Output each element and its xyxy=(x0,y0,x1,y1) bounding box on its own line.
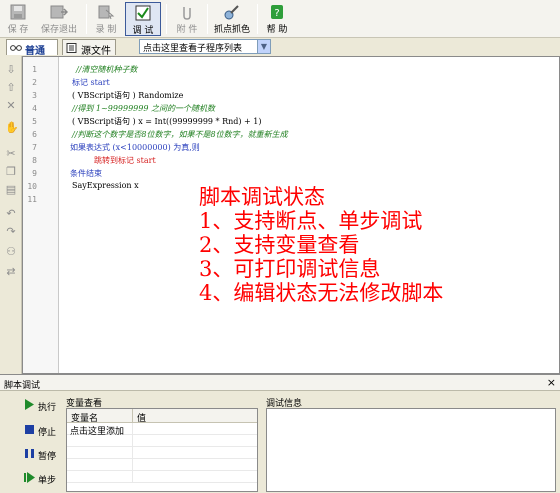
play-icon xyxy=(25,399,34,410)
annotation-title: 脚本调试状态 xyxy=(199,185,325,209)
eyedropper-icon xyxy=(224,5,239,20)
debug-icon xyxy=(135,5,151,21)
table-row xyxy=(67,447,257,459)
debug-info-output[interactable] xyxy=(266,408,556,492)
cut-icon[interactable]: ✂ xyxy=(5,148,17,160)
code-line: SayExpression x xyxy=(72,181,139,190)
main-toolbar: 保 存 保存退出 录 制 调 试 附 件 抓点抓色 ? 帮 助 xyxy=(0,0,560,38)
record-icon xyxy=(98,5,115,20)
pick-color-button[interactable]: 抓点抓色 xyxy=(212,2,252,36)
copy-icon[interactable]: ❐ xyxy=(5,166,17,178)
subroutine-select[interactable]: 点击这里查看子程序列表 ▼ xyxy=(139,39,271,54)
debug-button[interactable]: 调 试 xyxy=(125,2,161,36)
binoculars-icon[interactable]: ⚇ xyxy=(5,246,17,258)
code-line: 条件结束 xyxy=(70,169,102,178)
code-line: ( VBScript语句 ) Randomize xyxy=(72,91,184,100)
hand-icon[interactable]: ✋ xyxy=(5,122,19,134)
annotation-item: 3、可打印调试信息 xyxy=(199,257,381,281)
debug-pane-header: 脚本调试 × xyxy=(0,375,560,391)
line-number: 4 xyxy=(32,104,37,113)
arrow-down-icon[interactable]: ⇩ xyxy=(5,64,17,76)
help-icon: ? xyxy=(271,5,283,19)
attachment-button[interactable]: 附 件 xyxy=(172,2,202,36)
save-icon xyxy=(10,4,26,20)
glasses-icon xyxy=(10,45,22,51)
code-line: //判断这个数字是否8位数字，如果不是8位数字，就重新生成 xyxy=(72,130,288,139)
code-line: 如果表达式 (x<10000000) 为真,则 xyxy=(70,143,200,152)
line-number: 2 xyxy=(32,78,37,87)
line-gutter: 1 2 3 4 5 6 7 8 9 10 11 xyxy=(23,57,59,373)
code-line: //清空随机种子数 xyxy=(76,65,138,74)
table-row xyxy=(67,435,257,447)
record-button[interactable]: 录 制 xyxy=(92,2,120,36)
step-icon xyxy=(24,472,35,483)
table-header: 变量名 值 xyxy=(67,409,257,424)
svg-text:?: ? xyxy=(274,8,279,19)
code-line: ( VBScript语句 ) x = Int((99999999 * Rnd) … xyxy=(72,117,262,126)
paste-icon[interactable]: ▤ xyxy=(5,184,17,196)
chevron-down-icon: ▼ xyxy=(257,40,270,53)
save-exit-button[interactable]: 保存退出 xyxy=(36,2,82,36)
help-button[interactable]: ? 帮 助 xyxy=(263,2,291,36)
line-number: 8 xyxy=(32,156,37,165)
annotation-item: 2、支持变量查看 xyxy=(199,233,360,257)
script-editor[interactable]: 1 2 3 4 5 6 7 8 9 10 11 //清空随机种子数 标记 sta… xyxy=(22,56,560,374)
stop-icon xyxy=(25,425,34,434)
pause-icon xyxy=(25,449,34,458)
replace-icon[interactable]: ⇄ xyxy=(5,266,17,278)
document-icon xyxy=(66,43,77,53)
undo-icon[interactable]: ↶ xyxy=(5,208,17,220)
line-number: 6 xyxy=(32,130,37,139)
redo-icon[interactable]: ↷ xyxy=(5,226,17,238)
debug-feature-annotation: 脚本调试状态 1、支持断点、单步调试 2、支持变量查看 3、可打印调试信息 4、… xyxy=(199,185,443,305)
line-number: 9 xyxy=(32,169,37,178)
code-line: 标记 start xyxy=(72,78,110,87)
arrow-up-icon[interactable]: ⇧ xyxy=(5,82,17,94)
variable-watch-table[interactable]: 变量名 值 点击这里添加 xyxy=(66,408,258,492)
code-line: 跳转到标记 start xyxy=(94,156,156,165)
delete-icon[interactable]: ✕ xyxy=(5,100,17,112)
line-number: 1 xyxy=(32,65,37,74)
attachment-icon xyxy=(183,7,191,20)
line-number: 3 xyxy=(32,91,37,100)
line-number: 5 xyxy=(32,117,37,126)
code-line: //得到 1~99999999 之间的一个随机数 xyxy=(72,104,215,113)
tab-bar: 普通 源文件 xyxy=(0,38,560,57)
save-exit-icon xyxy=(50,5,68,19)
close-icon[interactable]: × xyxy=(547,376,556,389)
add-variable-row[interactable]: 点击这里添加 xyxy=(67,423,257,437)
tab-source[interactable]: 源文件 xyxy=(62,39,116,57)
tab-normal[interactable]: 普通 xyxy=(6,39,58,57)
save-button[interactable]: 保 存 xyxy=(4,2,32,36)
line-number: 7 xyxy=(32,143,37,152)
table-row xyxy=(67,471,257,483)
line-number: 11 xyxy=(27,195,37,204)
editor-side-toolbar: ⇩ ⇧ ✕ ✋ ✂ ❐ ▤ ↶ ↷ ⚇ ⇄ xyxy=(0,56,22,374)
annotation-item: 4、编辑状态无法修改脚本 xyxy=(199,281,444,305)
debug-pane: 脚本调试 × 执行 停止 暂停 单步 变量查看 变量名 值 点击这里添加 调试信… xyxy=(0,374,560,493)
line-number: 10 xyxy=(27,182,37,191)
annotation-item: 1、支持断点、单步调试 xyxy=(199,209,423,233)
table-row xyxy=(67,459,257,471)
